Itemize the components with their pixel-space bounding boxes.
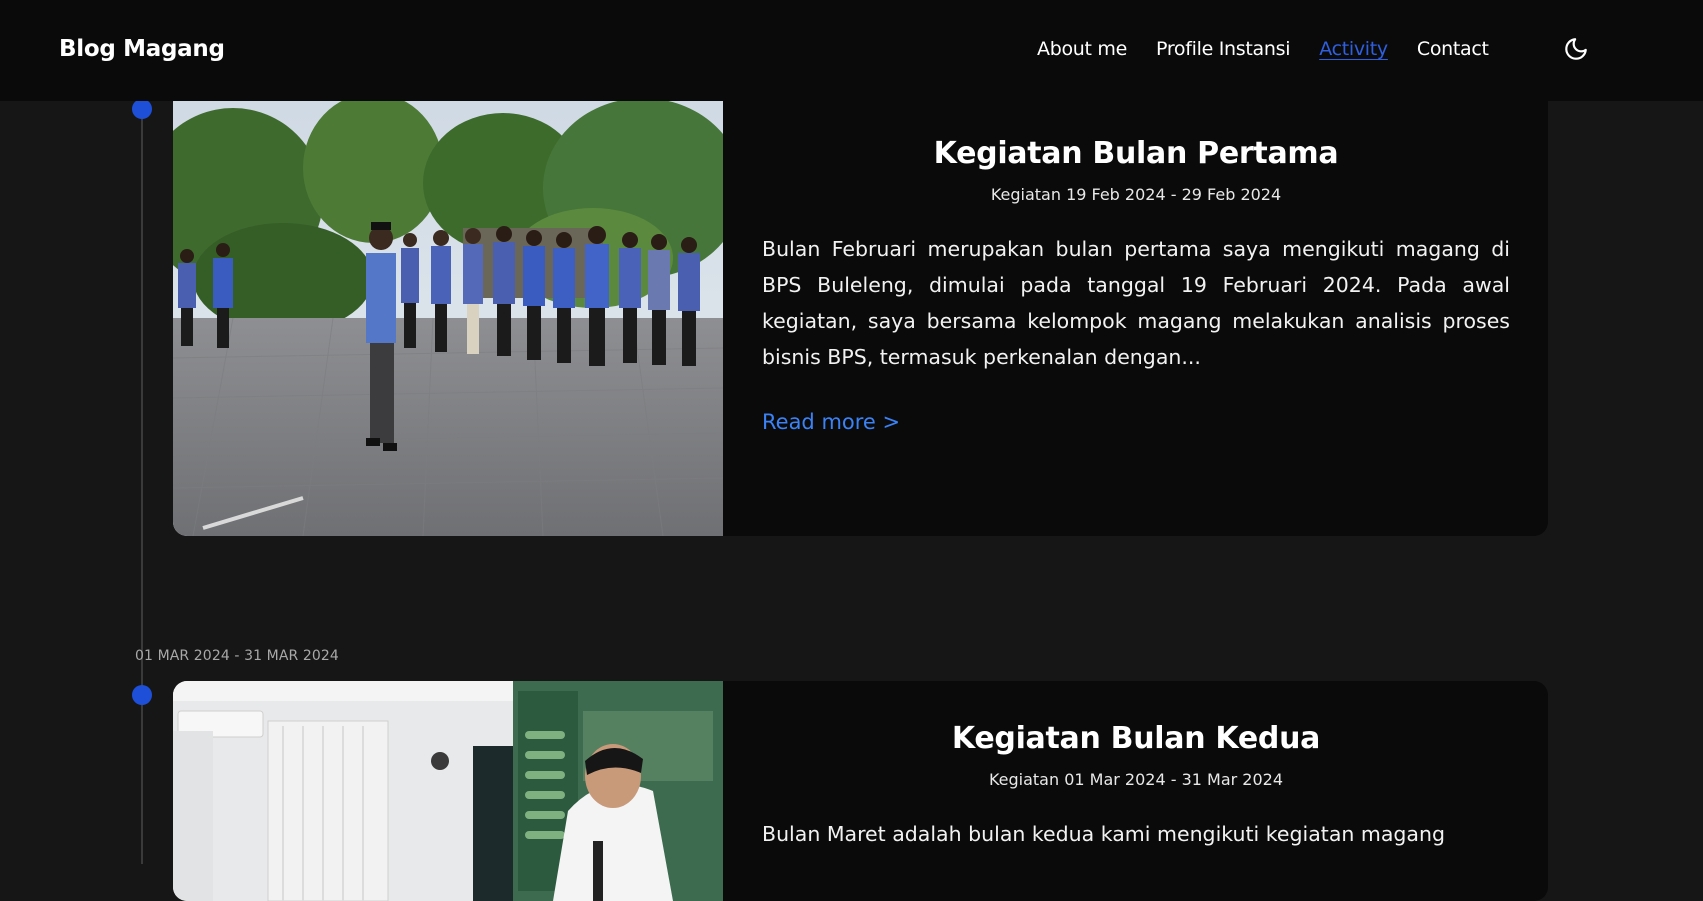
nav-link-profile-instansi[interactable]: Profile Instansi (1156, 38, 1290, 60)
card-title-1: Kegiatan Bulan Pertama (933, 136, 1339, 171)
timeline-line (141, 101, 143, 864)
nav-link-contact[interactable]: Contact (1417, 38, 1489, 60)
activity-photo-2 (173, 681, 723, 901)
activity-card-2: Kegiatan Bulan Kedua Kegiatan 01 Mar 202… (173, 681, 1548, 901)
theme-toggle-button[interactable] (1561, 34, 1591, 64)
timeline-dot-1 (132, 99, 152, 119)
brand-logo-text[interactable]: Blog Magang (59, 36, 225, 62)
activity-photo-1 (173, 88, 723, 536)
activity-card-1: Kegiatan Bulan Pertama Kegiatan 19 Feb 2… (173, 88, 1548, 536)
card-description-2: Bulan Maret adalah bulan kedua kami meng… (762, 822, 1445, 846)
timeline-dot-2 (132, 685, 152, 705)
timeline-date-2: 01 MAR 2024 - 31 MAR 2024 (135, 648, 339, 664)
nav-links: About me Profile Instansi Activity Conta… (1037, 38, 1489, 60)
nav-link-activity[interactable]: Activity (1319, 38, 1388, 60)
card-title-2: Kegiatan Bulan Kedua (951, 721, 1321, 756)
card-date-2: Kegiatan 01 Mar 2024 - 31 Mar 2024 (988, 770, 1284, 789)
moon-icon (1565, 38, 1587, 60)
navbar: Blog Magang About me Profile Instansi Ac… (0, 0, 1703, 101)
card-description-1: Bulan Februari merupakan bulan pertama s… (762, 237, 1510, 369)
nav-link-about-me[interactable]: About me (1037, 38, 1127, 60)
card-date-1: Kegiatan 19 Feb 2024 - 29 Feb 2024 (990, 185, 1282, 204)
read-more-link-1[interactable]: Read more > (762, 410, 900, 434)
